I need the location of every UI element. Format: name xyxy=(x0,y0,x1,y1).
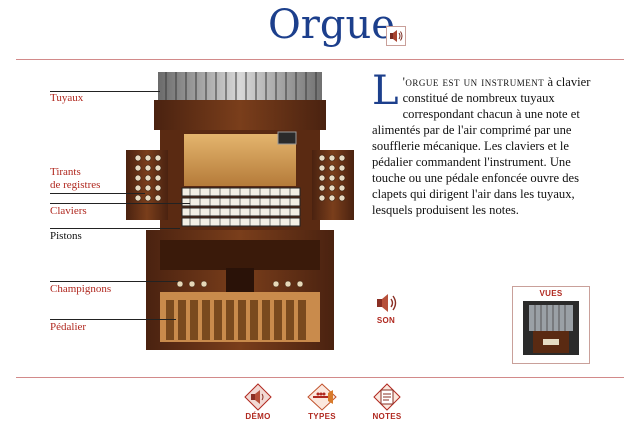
nav-demo-label: DÉMO xyxy=(245,412,271,421)
label-pistons[interactable]: Pistons xyxy=(50,230,82,242)
pipes-row xyxy=(158,72,322,102)
leader-pistons xyxy=(50,228,180,229)
label-tirants-line1[interactable]: Tirants xyxy=(50,166,81,178)
speaker-icon xyxy=(390,30,403,42)
description-body: à clavier constitué de nombreux tuyaux c… xyxy=(372,75,591,217)
top-rule xyxy=(16,59,624,60)
speaker-icon xyxy=(377,294,397,312)
label-claviers[interactable]: Claviers xyxy=(50,205,87,217)
nav-notes-button[interactable]: NOTES xyxy=(368,382,406,430)
label-tirants-line2[interactable]: de registres xyxy=(50,179,100,191)
demo-speaker-icon xyxy=(244,383,272,411)
vues-panel[interactable]: VUES xyxy=(512,286,590,364)
title-sound-button[interactable] xyxy=(386,26,406,46)
organ-illustration xyxy=(126,72,354,350)
nav-types-button[interactable]: TYPES xyxy=(302,382,342,430)
nav-demo-button[interactable]: DÉMO xyxy=(240,382,276,430)
label-champignons[interactable]: Champignons xyxy=(50,283,111,295)
description-lead: 'orgue est un instrument xyxy=(402,75,545,89)
label-tuyaux[interactable]: Tuyaux xyxy=(50,92,83,104)
dropcap: L xyxy=(372,68,399,114)
leader-tirants xyxy=(50,193,145,194)
label-pedalier[interactable]: Pédalier xyxy=(50,321,86,333)
trumpet-icon xyxy=(307,383,337,411)
leader-pedalier xyxy=(50,319,176,320)
vues-label: VUES xyxy=(539,289,563,298)
description-paragraph: L 'orgue est un instrument à clavier con… xyxy=(372,68,604,218)
bottom-rule xyxy=(16,377,624,378)
page-title: Orgue xyxy=(268,2,395,48)
leader-tuyaux xyxy=(50,91,160,92)
son-button[interactable]: SON xyxy=(372,290,402,330)
leader-claviers xyxy=(50,203,190,204)
son-label: SON xyxy=(376,316,396,325)
organ-thumbnail xyxy=(523,301,579,355)
notes-icon xyxy=(373,383,401,411)
leader-champignons xyxy=(50,281,178,282)
nav-types-label: TYPES xyxy=(308,412,336,421)
nav-notes-label: NOTES xyxy=(372,412,402,421)
